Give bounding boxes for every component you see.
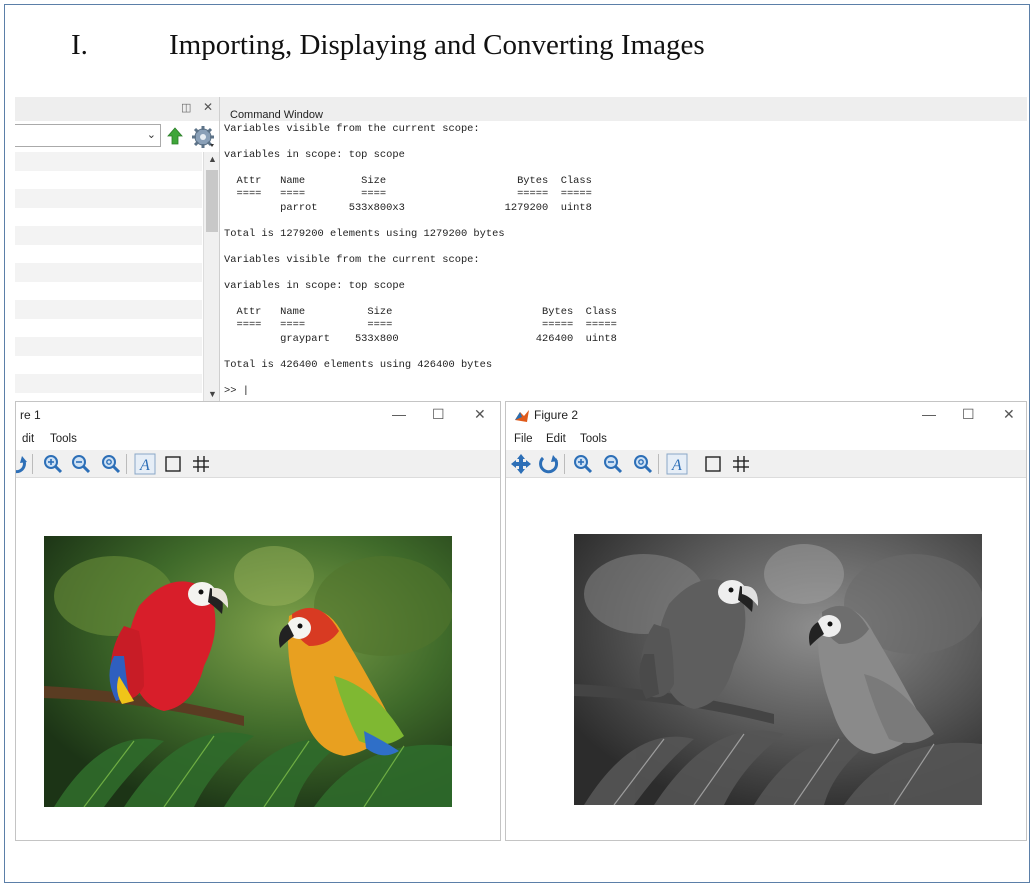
figure-2-toolbar: A <box>506 450 1026 478</box>
zoom-reset-icon[interactable] <box>100 453 122 475</box>
zoom-out-icon[interactable] <box>70 453 92 475</box>
close-icon[interactable]: ✕ <box>1003 406 1015 423</box>
figure-1-title: re 1 <box>20 408 41 422</box>
minimize-icon[interactable]: — <box>922 406 936 422</box>
minimize-icon[interactable]: — <box>392 406 406 422</box>
menu-tools[interactable]: Tools <box>580 433 607 445</box>
workspace-panel: ◫ ✕ ⌄ ▲ ▼ <box>15 97 220 401</box>
command-window-title: Command Window <box>220 97 1027 121</box>
up-arrow-icon[interactable] <box>167 127 183 145</box>
list-item <box>15 245 202 264</box>
list-item <box>15 226 202 245</box>
figure-1-titlebar[interactable]: re 1 — ☐ ✕ <box>16 402 500 430</box>
document-frame: I. Importing, Displaying and Converting … <box>4 4 1030 883</box>
list-item <box>15 300 202 319</box>
figure-2-menubar: File Edit Tools <box>506 431 1026 449</box>
command-output[interactable]: Variables visible from the current scope… <box>224 123 617 398</box>
figure-2-window[interactable]: Figure 2 — ☐ ✕ File Edit Tools A <box>505 401 1027 841</box>
chevron-down-icon: ⌄ <box>146 129 156 141</box>
square-icon[interactable] <box>702 453 724 475</box>
workspace-scrollbar[interactable]: ▲ ▼ <box>203 152 219 401</box>
zoom-reset-icon[interactable] <box>632 453 654 475</box>
rotate-icon[interactable] <box>15 453 28 475</box>
scroll-thumb[interactable] <box>206 170 218 232</box>
menu-file[interactable]: File <box>514 433 533 445</box>
figure-1-window[interactable]: re 1 — ☐ ✕ dit Tools A <box>15 401 501 841</box>
square-icon[interactable] <box>162 453 184 475</box>
scroll-down-icon[interactable]: ▼ <box>208 389 217 399</box>
parrot-grayscale-picture <box>574 534 982 805</box>
list-item <box>15 263 202 282</box>
list-item <box>15 152 202 171</box>
menu-tools[interactable]: Tools <box>50 433 77 445</box>
maximize-icon[interactable]: ☐ <box>432 406 445 423</box>
menu-edit[interactable]: dit <box>22 433 34 445</box>
svg-text:A: A <box>671 457 682 474</box>
grid-icon[interactable] <box>190 453 212 475</box>
workspace-dropdown[interactable]: ⌄ <box>15 124 161 147</box>
figure-2-title: Figure 2 <box>534 408 579 422</box>
grid-icon[interactable] <box>730 453 752 475</box>
heading-number: I. <box>71 29 88 61</box>
list-item <box>15 337 202 356</box>
list-item <box>15 356 202 375</box>
heading-text: Importing, Displaying and Converting Ima… <box>169 29 705 61</box>
maximize-icon[interactable]: ☐ <box>962 406 975 423</box>
figure-1-toolbar: A <box>16 450 500 478</box>
zoom-in-icon[interactable] <box>42 453 64 475</box>
scroll-up-icon[interactable]: ▲ <box>208 154 217 164</box>
list-item <box>15 282 202 301</box>
text-tool-icon[interactable]: A <box>666 453 688 475</box>
workspace-header: ◫ ✕ <box>15 97 219 121</box>
command-window[interactable]: Command Window Variables visible from th… <box>220 97 1027 401</box>
undock-icon[interactable]: ◫ <box>181 101 191 114</box>
parrot-color-picture <box>44 536 452 807</box>
list-item <box>15 208 202 227</box>
close-icon[interactable]: ✕ <box>474 406 486 423</box>
pan-icon[interactable] <box>510 453 532 475</box>
list-item <box>15 319 202 338</box>
workspace-list[interactable] <box>15 152 202 401</box>
zoom-out-icon[interactable] <box>602 453 624 475</box>
zoom-in-icon[interactable] <box>572 453 594 475</box>
close-icon[interactable]: ✕ <box>203 100 213 114</box>
svg-text:A: A <box>139 457 150 474</box>
section-heading: I. Importing, Displaying and Converting … <box>71 29 705 62</box>
list-item <box>15 374 202 393</box>
parrot-color-image <box>44 536 452 807</box>
figure-2-titlebar[interactable]: Figure 2 — ☐ ✕ <box>506 402 1026 430</box>
figure-1-menubar: dit Tools <box>16 431 500 449</box>
matlab-logo-icon <box>515 410 529 422</box>
text-tool-icon[interactable]: A <box>134 453 156 475</box>
list-item <box>15 189 202 208</box>
gear-icon[interactable] <box>191 125 215 149</box>
parrot-grayscale-image <box>574 534 982 805</box>
list-item <box>15 171 202 190</box>
menu-edit[interactable]: Edit <box>546 433 566 445</box>
rotate-icon[interactable] <box>538 453 560 475</box>
